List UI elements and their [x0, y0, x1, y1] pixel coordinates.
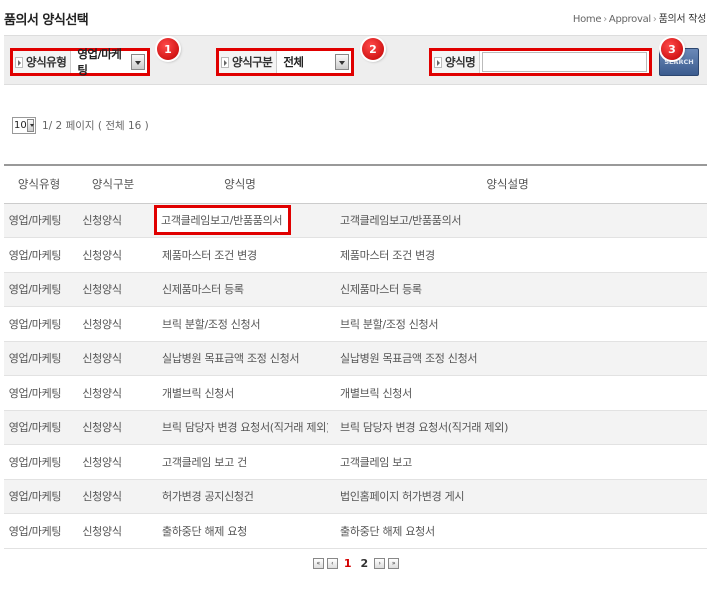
- next-page-icon[interactable]: ›: [374, 558, 386, 569]
- cell-category: 신청양식: [74, 479, 152, 514]
- bullet-arrow-icon: [434, 56, 442, 68]
- cell-type: 영업/마케팅: [4, 410, 74, 445]
- form-type-value[interactable]: 영업/마케팅: [71, 46, 131, 78]
- cell-form-name[interactable]: 고객클레임 보고 건: [152, 444, 328, 480]
- form-type-label: 양식유형: [13, 51, 72, 73]
- cell-category: 신청양식: [74, 513, 152, 549]
- table-row[interactable]: 영업/마케팅 신청양식 허가변경 공지신청건 법인홈페이지 허가변경 게시: [4, 479, 707, 514]
- table-row[interactable]: 영업/마케팅 신청양식 브릭 담당자 변경 요청서(직거래 제외) 브릭 담당자…: [4, 410, 707, 445]
- table-row[interactable]: 영업/마케팅 신청양식 실납병원 목표금액 조정 신청서 실납병원 목표금액 조…: [4, 341, 707, 376]
- dropdown-arrow-icon[interactable]: [335, 54, 349, 70]
- form-category-value[interactable]: 전체: [277, 54, 335, 70]
- cell-description: 개별브릭 신청서: [328, 375, 707, 411]
- bullet-arrow-icon: [15, 56, 23, 68]
- cell-type: 영업/마케팅: [4, 203, 74, 238]
- cell-form-name[interactable]: 브릭 분할/조정 신청서: [152, 306, 328, 342]
- filter-bar: 양식유형 영업/마케팅 양식구분 전체 양식명 SEARCH: [4, 35, 707, 85]
- form-type-filter: 양식유형 영업/마케팅: [10, 46, 150, 78]
- table-row[interactable]: 영업/마케팅 신청양식 신제품마스터 등록 신제품마스터 등록: [4, 272, 707, 307]
- form-name-label: 양식명: [432, 51, 481, 73]
- cell-category: 신청양식: [74, 306, 152, 342]
- cell-form-name[interactable]: 제품마스터 조건 변경: [152, 237, 328, 273]
- cell-description: 브릭 담당자 변경 요청서(직거래 제외): [328, 410, 707, 445]
- chevron-right-icon: ›: [652, 14, 657, 25]
- paging-info: 10 1/ 2 페이지 ( 전체 16 ): [12, 117, 149, 134]
- column-header-name: 양식명: [152, 164, 328, 204]
- cell-category: 신청양식: [74, 444, 152, 480]
- cell-description: 출하중단 해제 요청서: [328, 513, 707, 549]
- cell-description: 브릭 분할/조정 신청서: [328, 306, 707, 342]
- marker-1: 1: [157, 38, 179, 60]
- cell-category: 신청양식: [74, 237, 152, 273]
- page-title: 품의서 양식선택: [4, 13, 89, 28]
- form-category-filter: 양식구분 전체: [216, 48, 354, 76]
- cell-category: 신청양식: [74, 203, 152, 238]
- cell-type: 영업/마케팅: [4, 444, 74, 480]
- page-number-current[interactable]: 1: [341, 557, 355, 570]
- prev-page-icon[interactable]: ‹: [326, 558, 338, 569]
- cell-type: 영업/마케팅: [4, 513, 74, 549]
- last-page-icon[interactable]: »: [388, 558, 400, 569]
- table-row[interactable]: 영업/마케팅 신청양식 제품마스터 조건 변경 제품마스터 조건 변경: [4, 237, 707, 273]
- dropdown-arrow-icon[interactable]: [26, 119, 34, 132]
- cell-category: 신청양식: [74, 272, 152, 307]
- per-page-select[interactable]: 10: [12, 117, 36, 134]
- cell-form-name[interactable]: 고객클레임보고/반품품의서: [152, 203, 328, 238]
- page-summary: 1/ 2 페이지 ( 전체 16 ): [42, 120, 149, 132]
- breadcrumb-current: 품의서 작성: [658, 14, 707, 25]
- cell-form-name[interactable]: 개별브릭 신청서: [152, 375, 328, 411]
- pagination: « ‹ 1 2 › »: [0, 557, 712, 570]
- cell-category: 신청양식: [74, 375, 152, 411]
- cell-description: 고객클레임 보고: [328, 444, 707, 480]
- cell-description: 실납병원 목표금액 조정 신청서: [328, 341, 707, 376]
- cell-description: 고객클레임보고/반품품의서: [328, 203, 707, 238]
- table-row[interactable]: 영업/마케팅 신청양식 고객클레임 보고 건 고객클레임 보고: [4, 444, 707, 480]
- cell-form-name[interactable]: 실납병원 목표금액 조정 신청서: [152, 341, 328, 376]
- form-name-link[interactable]: 고객클레임보고/반품품의서: [154, 205, 292, 236]
- marker-2: 2: [362, 38, 384, 60]
- table-row[interactable]: 영업/마케팅 신청양식 출하중단 해제 요청 출하중단 해제 요청서: [4, 513, 707, 549]
- cell-description: 제품마스터 조건 변경: [328, 237, 707, 273]
- dropdown-arrow-icon[interactable]: [131, 54, 145, 70]
- cell-type: 영업/마케팅: [4, 237, 74, 273]
- table-row[interactable]: 영업/마케팅 신청양식 개별브릭 신청서 개별브릭 신청서: [4, 375, 707, 411]
- cell-type: 영업/마케팅: [4, 341, 74, 376]
- breadcrumb: Home › Approval › 품의서 작성: [573, 10, 706, 25]
- cell-type: 영업/마케팅: [4, 306, 74, 342]
- cell-category: 신청양식: [74, 341, 152, 376]
- form-name-input[interactable]: [482, 52, 647, 72]
- cell-form-name[interactable]: 출하중단 해제 요청: [152, 513, 328, 549]
- breadcrumb-home[interactable]: Home: [573, 14, 602, 25]
- cell-type: 영업/마케팅: [4, 375, 74, 411]
- column-header-type: 양식유형: [4, 164, 74, 204]
- cell-form-name[interactable]: 브릭 담당자 변경 요청서(직거래 제외): [152, 410, 328, 445]
- cell-form-name[interactable]: 신제품마스터 등록: [152, 272, 328, 307]
- cell-description: 법인홈페이지 허가변경 게시: [328, 479, 707, 514]
- cell-form-name[interactable]: 허가변경 공지신청건: [152, 479, 328, 514]
- form-list-table: 양식유형 양식구분 양식명 양식설명 영업/마케팅 신청양식 고객클레임보고/반…: [4, 164, 707, 549]
- table-row[interactable]: 영업/마케팅 신청양식 브릭 분할/조정 신청서 브릭 분할/조정 신청서: [4, 306, 707, 342]
- page-number[interactable]: 2: [358, 557, 372, 570]
- cell-type: 영업/마케팅: [4, 479, 74, 514]
- first-page-icon[interactable]: «: [312, 558, 324, 569]
- breadcrumb-approval[interactable]: Approval: [609, 14, 651, 25]
- form-category-label: 양식구분: [219, 51, 278, 73]
- column-header-description: 양식설명: [328, 164, 707, 204]
- marker-3: 3: [661, 38, 683, 60]
- table-row[interactable]: 영업/마케팅 신청양식 고객클레임보고/반품품의서 고객클레임보고/반품품의서: [4, 203, 707, 238]
- cell-category: 신청양식: [74, 410, 152, 445]
- form-name-filter: 양식명: [429, 48, 652, 76]
- column-header-category: 양식구분: [74, 164, 152, 204]
- cell-description: 신제품마스터 등록: [328, 272, 707, 307]
- bullet-arrow-icon: [221, 56, 229, 68]
- table-header-row: 양식유형 양식구분 양식명 양식설명: [4, 164, 707, 204]
- cell-type: 영업/마케팅: [4, 272, 74, 307]
- chevron-right-icon: ›: [603, 14, 607, 25]
